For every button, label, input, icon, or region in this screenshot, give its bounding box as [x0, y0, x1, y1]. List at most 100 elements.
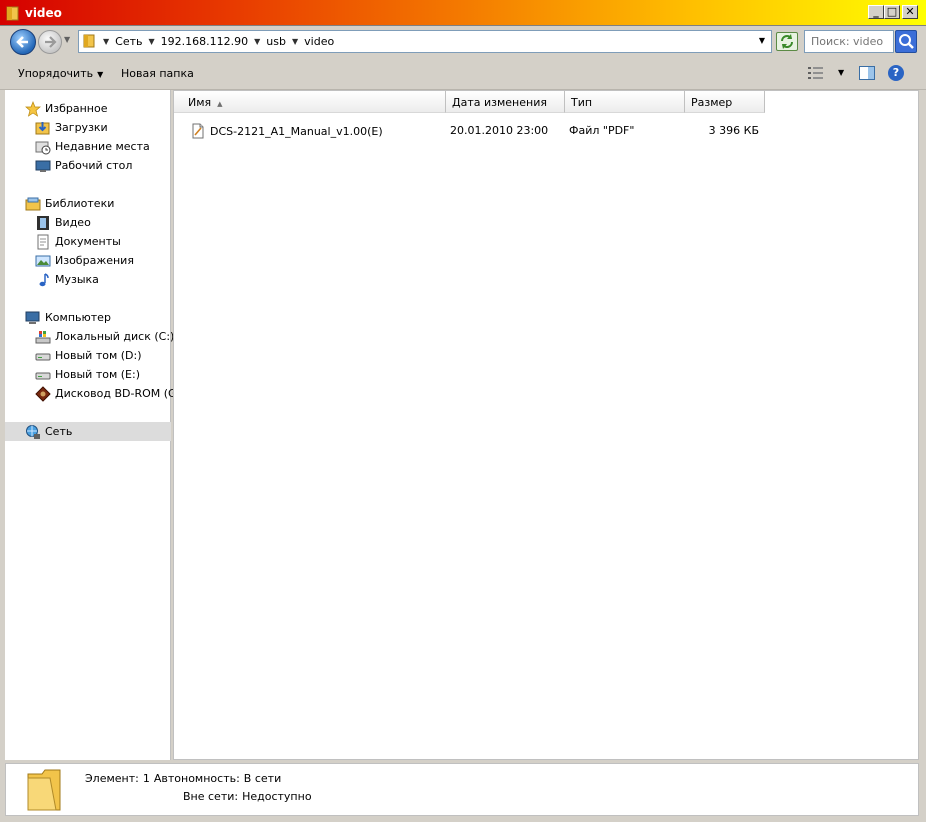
- nav-item-bd-rom[interactable]: Дисковод BD-ROM (G:): [35, 384, 185, 403]
- close-button[interactable]: ✕: [902, 5, 918, 19]
- star-icon: [25, 100, 41, 117]
- breadcrumb-network[interactable]: Сеть: [115, 35, 142, 48]
- documents-library-icon: [37, 234, 49, 249]
- nav-item-drive-e[interactable]: Новый том (E:): [35, 365, 140, 384]
- nav-item-documents[interactable]: Документы: [35, 232, 121, 251]
- nav-computer-label: Компьютер: [45, 311, 111, 324]
- nav-item-label: Рабочий стол: [55, 159, 133, 172]
- address-history-dropdown[interactable]: ▼: [759, 36, 765, 45]
- nav-item-label: Музыка: [55, 273, 99, 286]
- music-library-icon: [39, 272, 49, 286]
- help-icon[interactable]: ?: [888, 65, 904, 81]
- drive-icon: [35, 372, 51, 379]
- refresh-icon: [781, 34, 793, 49]
- breadcrumb-chevron-icon[interactable]: ▼: [292, 37, 298, 46]
- organize-button[interactable]: Упорядочить ▼: [18, 67, 103, 80]
- file-size: 3 396 КБ: [708, 124, 759, 137]
- forward-arrow-icon: [45, 36, 57, 48]
- column-header-name[interactable]: Имя ▲: [174, 91, 446, 113]
- nav-item-label: Изображения: [55, 254, 134, 267]
- nav-item-desktop[interactable]: Рабочий стол: [35, 156, 132, 175]
- nav-item-video[interactable]: Видео: [35, 213, 91, 232]
- nav-item-drive-c[interactable]: Локальный диск (C:): [35, 327, 174, 346]
- view-options-dropdown[interactable]: ▼: [838, 68, 844, 77]
- change-view-icon[interactable]: [808, 67, 824, 79]
- breadcrumb-chevron-icon[interactable]: ▼: [103, 37, 109, 46]
- availability-label: Автономность:: [153, 772, 240, 785]
- breadcrumb: ▼ Сеть ▼ 192.168.112.90 ▼ usb ▼ video: [103, 35, 334, 48]
- network-icon: [26, 424, 40, 439]
- recent-places-icon: [35, 141, 51, 154]
- table-row[interactable]: DCS-2121_A1_Manual_v1.00(E) 20.01.2010 2…: [174, 121, 920, 141]
- nav-item-label: Локальный диск (C:): [55, 330, 175, 343]
- back-button[interactable]: [10, 29, 36, 55]
- file-name-cell: DCS-2121_A1_Manual_v1.00(E): [190, 121, 383, 141]
- pdf-file-icon: [192, 123, 204, 139]
- organize-label: Упорядочить: [18, 67, 94, 80]
- file-list[interactable]: Имя ▲ Дата изменения Тип Размер DCS-2121_…: [173, 90, 919, 760]
- libraries-icon: [25, 197, 41, 210]
- preview-pane-icon[interactable]: [859, 66, 875, 80]
- breadcrumb-share[interactable]: usb: [266, 35, 286, 48]
- file-type: Файл "PDF": [569, 124, 635, 137]
- nav-item-music[interactable]: Музыка: [35, 270, 99, 289]
- nav-network-label: Сеть: [45, 425, 73, 438]
- new-folder-button[interactable]: Новая папка: [121, 67, 194, 80]
- nav-favorites-label: Избранное: [45, 102, 108, 115]
- nav-libraries[interactable]: Библиотеки: [25, 194, 114, 213]
- address-bar[interactable]: ▼ Сеть ▼ 192.168.112.90 ▼ usb ▼ video ▼: [78, 30, 772, 53]
- navigation-pane: Избранное Загрузки Недавние места Рабочи…: [5, 90, 185, 760]
- nav-item-label: Видео: [55, 216, 91, 229]
- nav-item-drive-d[interactable]: Новый том (D:): [35, 346, 142, 365]
- folder-icon: [83, 34, 95, 48]
- nav-item-pictures[interactable]: Изображения: [35, 251, 134, 270]
- column-header-date[interactable]: Дата изменения: [446, 91, 565, 113]
- system-drive-icon: [35, 330, 51, 343]
- search-button[interactable]: [895, 30, 917, 53]
- nav-item-recent-places[interactable]: Недавние места: [35, 137, 150, 156]
- pictures-library-icon: [35, 255, 51, 266]
- bd-rom-icon: [35, 385, 51, 402]
- forward-button[interactable]: [38, 30, 62, 54]
- column-header-type[interactable]: Тип: [565, 91, 685, 113]
- details-line-offline: Вне сети: Недоступно: [183, 790, 316, 803]
- nav-item-label: Загрузки: [55, 121, 108, 134]
- back-arrow-icon: [16, 36, 28, 48]
- breadcrumb-chevron-icon[interactable]: ▼: [254, 37, 260, 46]
- breadcrumb-folder[interactable]: video: [304, 35, 334, 48]
- nav-item-label: Новый том (D:): [55, 349, 142, 362]
- column-header-size[interactable]: Размер: [685, 91, 765, 113]
- nav-favorites[interactable]: Избранное: [25, 99, 107, 118]
- search-box[interactable]: [804, 30, 894, 53]
- file-date: 20.01.2010 23:00: [450, 124, 549, 137]
- nav-network[interactable]: Сеть: [5, 422, 171, 441]
- search-input[interactable]: [805, 31, 893, 52]
- offline-label: Вне сети:: [183, 790, 239, 803]
- refresh-button[interactable]: [776, 32, 798, 51]
- video-library-icon: [37, 215, 49, 230]
- chevron-down-icon: ▼: [97, 70, 104, 79]
- window-title: video: [25, 6, 62, 20]
- availability-value: В сети: [243, 772, 282, 785]
- recent-pages-dropdown[interactable]: ▼: [64, 35, 70, 44]
- details-line-count: Элемент: 1 Автономность: В сети: [85, 772, 285, 785]
- maximize-button[interactable]: □: [884, 5, 900, 19]
- nav-computer[interactable]: Компьютер: [25, 308, 111, 327]
- minimize-button[interactable]: _: [868, 5, 884, 19]
- count-value: 1: [142, 772, 150, 785]
- offline-value: Недоступно: [242, 790, 312, 803]
- drive-icon: [35, 353, 51, 360]
- title-bar[interactable]: video _ □ ✕: [0, 0, 926, 26]
- nav-item-downloads[interactable]: Загрузки: [35, 118, 108, 137]
- desktop-icon: [35, 160, 51, 172]
- folder-icon: [27, 769, 61, 811]
- nav-item-label: Недавние места: [55, 140, 150, 153]
- breadcrumb-host[interactable]: 192.168.112.90: [161, 35, 248, 48]
- column-header-name-label: Имя: [188, 96, 212, 109]
- breadcrumb-chevron-icon[interactable]: ▼: [149, 37, 155, 46]
- folder-icon: [6, 6, 19, 21]
- file-name: DCS-2121_A1_Manual_v1.00(E): [210, 124, 383, 138]
- address-toolbar: ▼ ▼ Сеть ▼ 192.168.112.90 ▼ usb ▼ video …: [0, 26, 926, 56]
- nav-item-label: Документы: [55, 235, 121, 248]
- computer-icon: [25, 311, 40, 324]
